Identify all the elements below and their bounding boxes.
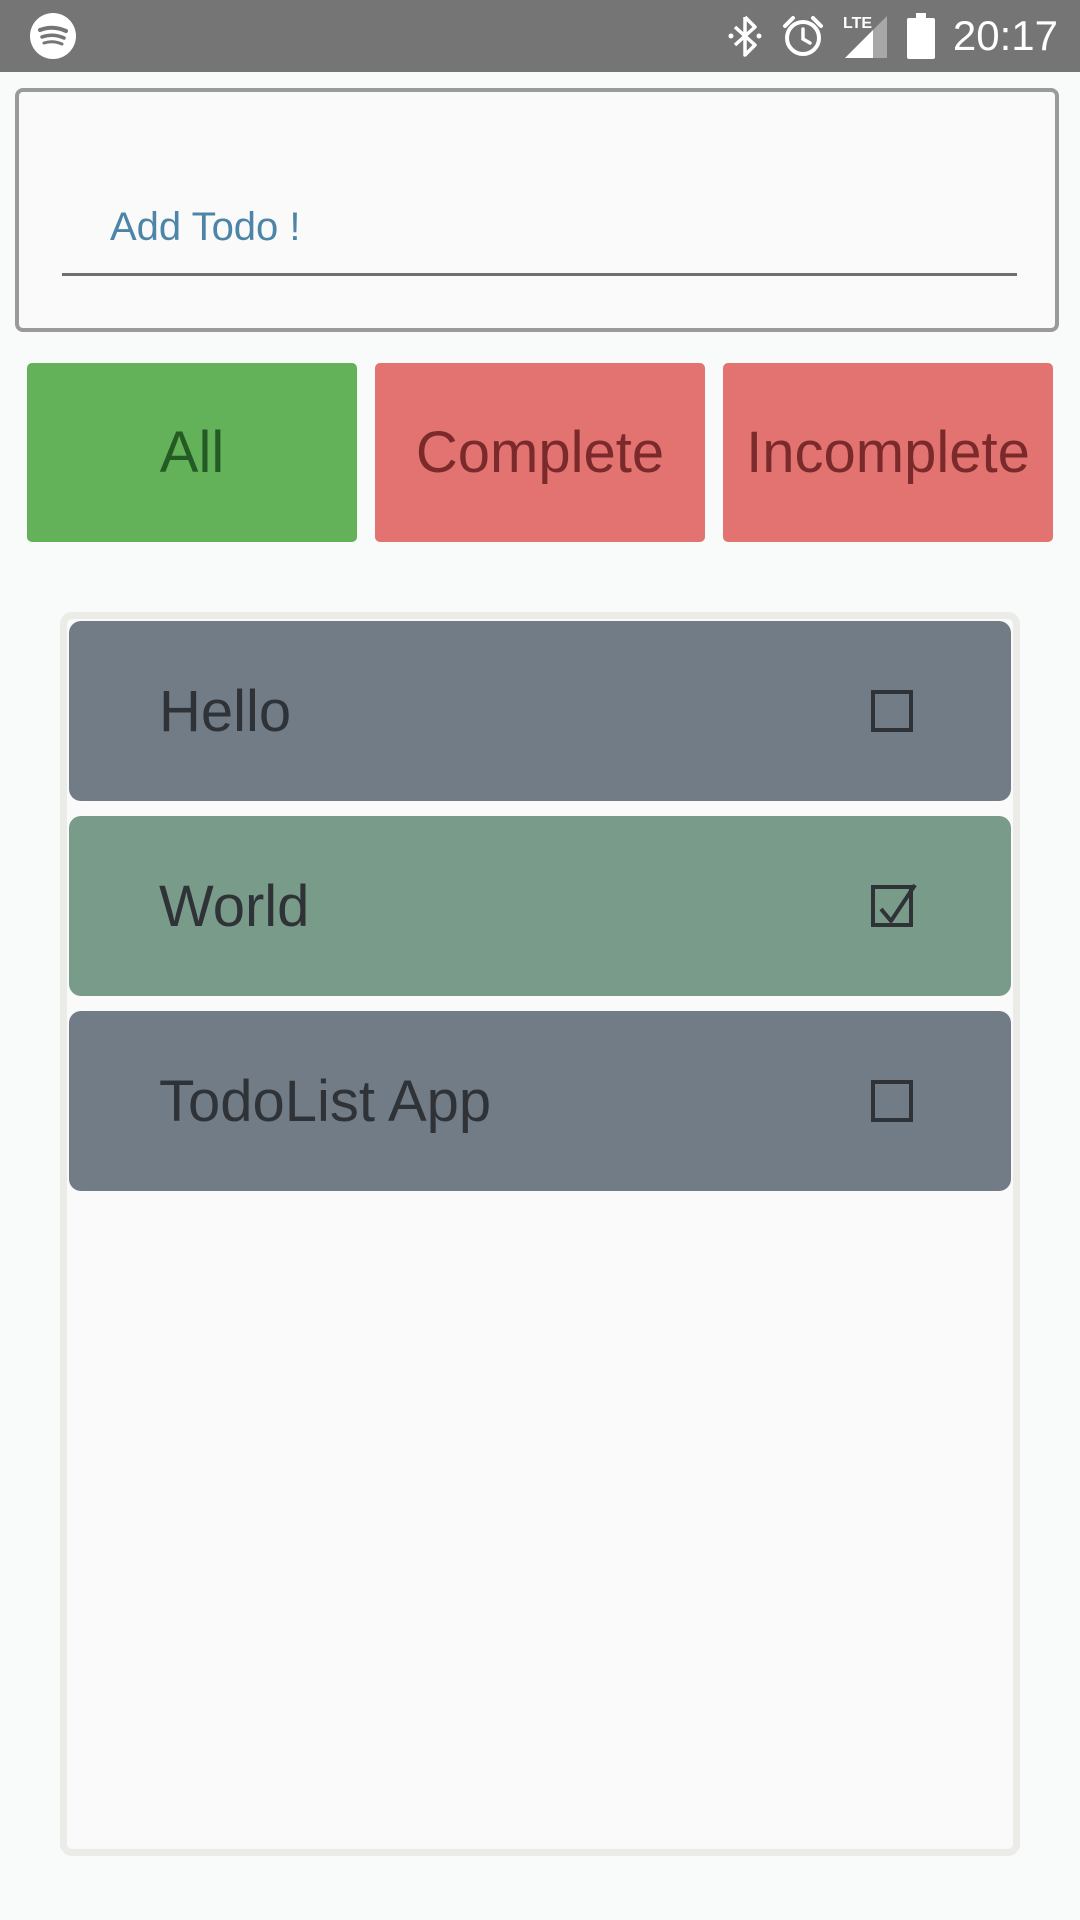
add-todo-input[interactable] <box>62 182 1017 276</box>
status-bar: LTE 20:17 <box>0 0 1080 72</box>
filter-complete-button[interactable]: Complete <box>375 363 705 542</box>
filter-all-button[interactable]: All <box>27 363 357 542</box>
todo-label: TodoList App <box>159 1068 492 1134</box>
add-todo-card <box>15 88 1059 332</box>
battery-icon <box>906 13 935 59</box>
todo-item-todolist-app[interactable]: TodoList App <box>69 1011 1011 1191</box>
todo-item-hello[interactable]: Hello <box>69 621 1011 801</box>
checkmark-icon <box>879 883 917 923</box>
status-icons: LTE 20:17 <box>727 0 1058 72</box>
bluetooth-icon <box>727 14 763 58</box>
filter-row: All Complete Incomplete <box>27 363 1053 542</box>
todo-label: Hello <box>159 678 292 744</box>
lte-label: LTE <box>843 15 872 32</box>
todo-label: World <box>159 873 310 939</box>
todo-checkbox-unchecked[interactable] <box>871 690 913 732</box>
alarm-icon <box>781 14 825 58</box>
todo-item-world[interactable]: World <box>69 816 1011 996</box>
status-time: 20:17 <box>952 12 1058 59</box>
filter-incomplete-button[interactable]: Incomplete <box>723 363 1053 542</box>
todo-checkbox-unchecked[interactable] <box>871 1080 913 1122</box>
todo-list: Hello World TodoList App <box>60 612 1020 1856</box>
todo-checkbox-checked[interactable] <box>871 883 917 927</box>
lte-signal-icon: LTE <box>843 12 889 60</box>
spotify-icon <box>30 13 76 59</box>
